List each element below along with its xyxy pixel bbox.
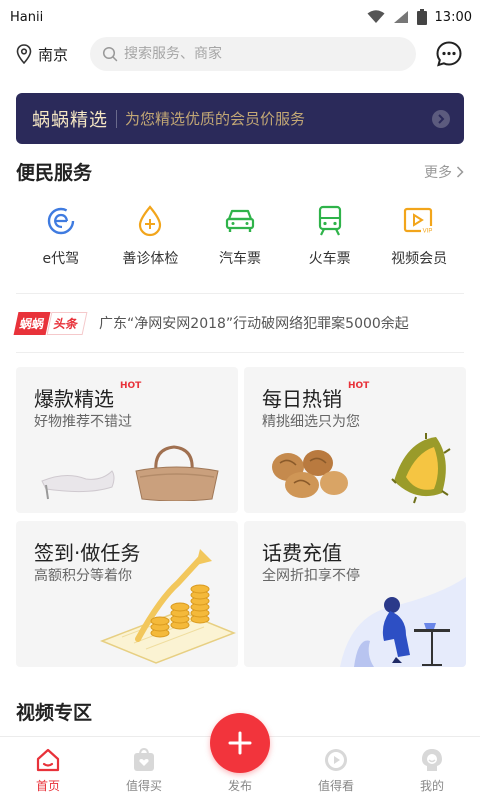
woman-with-phone-image xyxy=(340,577,466,667)
service-grid: e代驾 善诊体检 汽车票 火车票 VIP 视频会员 xyxy=(16,204,464,268)
tab-worth-watching[interactable]: 值得看 xyxy=(296,747,376,794)
banner-divider xyxy=(116,109,117,128)
tab-label: 值得看 xyxy=(317,779,354,793)
message-button[interactable] xyxy=(434,39,464,69)
chevron-right-icon xyxy=(432,109,450,128)
service-bus-ticket[interactable]: 汽车票 xyxy=(195,204,285,268)
service-label: 火车票 xyxy=(308,251,351,267)
plus-icon xyxy=(228,731,252,755)
card-title: 爆款精选 xyxy=(34,387,114,411)
location-label: 南京 xyxy=(38,45,69,64)
svg-text:VIP: VIP xyxy=(423,229,433,235)
convenience-section-header: 便民服务 更多 xyxy=(16,158,464,185)
card-title: 每日热销 xyxy=(262,387,342,411)
tab-profile[interactable]: 我的 xyxy=(392,747,472,794)
news-headline[interactable]: 广东“净网安网2018”行动破网络犯罪案5000余起 xyxy=(99,313,439,333)
news-ticker[interactable]: 蜗蜗 头条 广东“净网安网2018”行动破网络犯罪案5000余起 xyxy=(13,304,464,342)
more-link[interactable]: 更多 xyxy=(424,162,464,182)
e-driver-icon xyxy=(44,204,78,238)
play-icon xyxy=(323,747,349,773)
battery-icon xyxy=(416,9,427,25)
service-video-vip[interactable]: VIP 视频会员 xyxy=(374,204,464,268)
news-logo: 蜗蜗 头条 xyxy=(13,311,88,335)
status-icons: 13:00 xyxy=(367,9,472,25)
video-zone-title: 视频专区 xyxy=(16,702,93,724)
search-icon xyxy=(102,46,118,62)
chevron-right-icon xyxy=(456,165,464,178)
search-input[interactable] xyxy=(124,46,384,62)
service-label: 汽车票 xyxy=(218,251,261,267)
checkup-icon xyxy=(133,204,167,238)
location-pin-icon xyxy=(16,44,32,64)
tab-label: 首页 xyxy=(35,779,60,793)
hot-tag: HOT xyxy=(348,381,370,391)
service-checkup[interactable]: 善诊体检 xyxy=(106,204,196,268)
tab-label: 发布 xyxy=(227,779,252,793)
card-title: 话费充值 xyxy=(262,541,342,565)
profile-icon xyxy=(419,747,445,773)
card-subtitle: 好物推荐不错过 xyxy=(34,414,132,430)
tab-worth-buying[interactable]: 值得买 xyxy=(104,747,184,794)
signal-icon xyxy=(393,11,408,23)
tab-home[interactable]: 首页 xyxy=(8,747,88,794)
card-phone-topup[interactable]: 话费充值 全网折扣享不停 xyxy=(244,521,466,667)
coins-growth-image xyxy=(100,549,236,664)
message-icon xyxy=(436,41,462,67)
banner-title: 蜗蜗精选 xyxy=(32,109,108,131)
status-bar: Hanii 13:00 xyxy=(0,0,480,34)
location-selector[interactable]: 南京 xyxy=(16,44,90,65)
service-label: 视频会员 xyxy=(391,251,448,267)
card-hot-picks[interactable]: 爆款精选 HOT 好物推荐不错过 xyxy=(16,367,238,513)
news-logo-right: 头条 xyxy=(46,311,88,335)
vip-banner[interactable]: 蜗蜗精选 为您精选优质的会员价服务 xyxy=(16,93,464,144)
banner-subtitle: 为您精选优质的会员价服务 xyxy=(125,110,306,128)
more-label: 更多 xyxy=(424,164,452,181)
shopping-bag-icon xyxy=(131,747,157,773)
service-e-driver[interactable]: e代驾 xyxy=(16,204,106,268)
divider xyxy=(16,352,464,353)
publish-button[interactable] xyxy=(210,713,270,773)
card-checkin-tasks[interactable]: 签到·做任务 高额积分等着你 xyxy=(16,521,238,667)
tab-label: 我的 xyxy=(419,779,444,793)
service-label: e代驾 xyxy=(42,251,80,267)
walnut-and-durian-image xyxy=(272,433,451,504)
card-daily-hot[interactable]: 每日热销 HOT 精挑细选只为您 xyxy=(244,367,466,513)
shoe-and-handbag-image xyxy=(41,445,219,501)
clock: 13:00 xyxy=(434,9,472,25)
tab-label: 值得买 xyxy=(125,779,162,793)
video-vip-icon: VIP xyxy=(402,204,436,238)
search-bar[interactable] xyxy=(90,37,416,71)
home-icon xyxy=(35,747,61,773)
hot-tag: HOT xyxy=(120,381,142,391)
divider xyxy=(16,293,464,294)
header: 南京 xyxy=(0,34,480,74)
carrier-name: Hanii xyxy=(10,9,44,25)
card-subtitle: 精挑细选只为您 xyxy=(262,414,360,430)
service-label: 善诊体检 xyxy=(122,251,179,267)
section-title: 便民服务 xyxy=(16,162,93,184)
wifi-icon xyxy=(367,10,385,23)
train-icon xyxy=(313,204,347,238)
bus-icon xyxy=(223,204,257,238)
news-logo-left: 蜗蜗 xyxy=(13,311,51,335)
service-train-ticket[interactable]: 火车票 xyxy=(285,204,375,268)
